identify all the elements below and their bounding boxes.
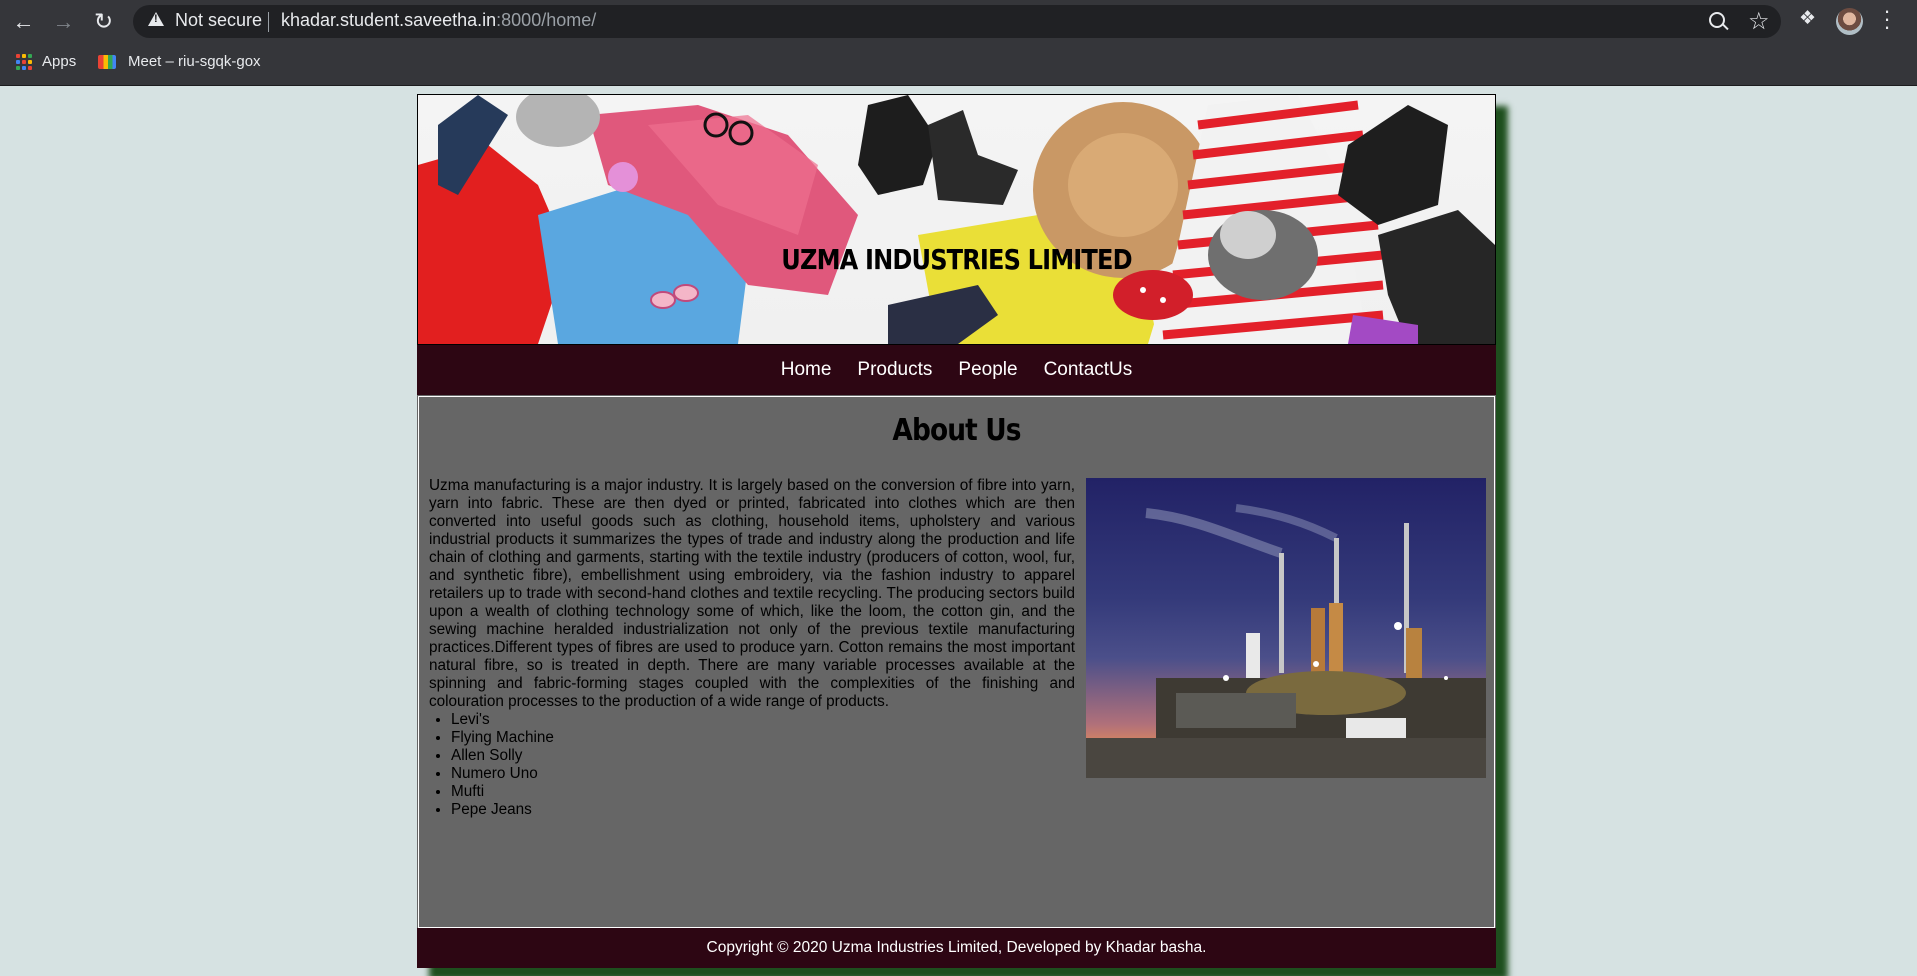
header-banner: UZMA INDUSTRIES LIMITED	[417, 94, 1496, 345]
url-path: :8000/home/	[496, 10, 597, 30]
about-paragraph: Uzma manufacturing is a major industry. …	[429, 477, 1075, 710]
list-item: Flying Machine	[451, 729, 554, 747]
nav-link-home[interactable]: Home	[781, 359, 832, 381]
profile-avatar[interactable]	[1836, 8, 1863, 35]
forward-arrow-icon[interactable]: →	[48, 6, 79, 37]
footer: Copyright © 2020 Uzma Industries Limited…	[417, 928, 1496, 968]
bookmark-label: Meet – riu-sgqk-gox	[128, 53, 261, 70]
list-item: Pepe Jeans	[451, 801, 554, 819]
list-item: Mufti	[451, 783, 554, 801]
back-arrow-icon[interactable]: ←	[8, 6, 39, 37]
site-container: UZMA INDUSTRIES LIMITED Home Products Pe…	[417, 94, 1496, 968]
bookmark-apps[interactable]: Apps	[16, 53, 76, 70]
apps-grid-icon	[16, 53, 32, 70]
about-section: About Us Uzma manufacturing is a major i…	[418, 396, 1495, 928]
warning-icon[interactable]	[148, 12, 164, 26]
list-item: Levi's	[451, 711, 554, 729]
list-item: Numero Uno	[451, 765, 554, 783]
factory-image	[1086, 478, 1486, 778]
nav-link-contactus[interactable]: ContactUs	[1044, 359, 1133, 381]
zoom-icon[interactable]	[1709, 12, 1725, 28]
brand-list: Levi's Flying Machine Allen Solly Numero…	[429, 711, 554, 819]
nav-link-products[interactable]: Products	[857, 359, 932, 381]
bookmarks-bar: Apps Meet – riu-sgqk-gox	[0, 43, 1917, 86]
browser-menu-icon[interactable]: · · ·	[1882, 0, 1892, 38]
nav-link-people[interactable]: People	[958, 359, 1017, 381]
main-navigation: Home Products People ContactUs	[417, 345, 1496, 395]
address-separator	[268, 12, 269, 32]
clothes-collage-image	[418, 95, 1495, 344]
reload-icon[interactable]: ↻	[88, 6, 119, 37]
list-item: Allen Solly	[451, 747, 554, 765]
banner-title: UZMA INDUSTRIES LIMITED	[781, 243, 1132, 276]
browser-toolbar: ← → ↻ Not secure khadar.student.saveetha…	[0, 0, 1917, 43]
google-meet-icon	[98, 54, 116, 69]
extensions-puzzle-icon[interactable]: ❖	[1799, 9, 1817, 28]
bookmark-label: Apps	[42, 53, 77, 70]
security-label[interactable]: Not secure	[175, 10, 262, 31]
bookmark-star-icon[interactable]: ☆	[1748, 7, 1770, 36]
section-heading: About Us	[892, 413, 1021, 448]
url-host: khadar.student.saveetha.in	[281, 10, 497, 30]
bookmark-meet[interactable]: Meet – riu-sgqk-gox	[98, 53, 261, 70]
url-text[interactable]: khadar.student.saveetha.in:8000/home/	[281, 10, 596, 31]
